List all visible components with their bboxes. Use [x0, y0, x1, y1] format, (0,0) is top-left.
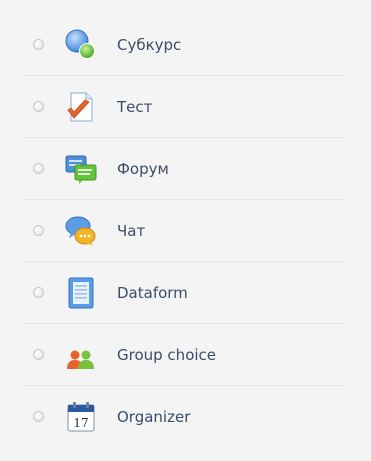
activity-label: Group choice	[117, 346, 217, 364]
activity-radio[interactable]	[33, 225, 44, 236]
activity-radio[interactable]	[33, 163, 44, 174]
dataform-icon	[64, 276, 98, 310]
activity-chooser-panel: Субкурс Тест Форум Чат Dataform Group ch…	[0, 0, 371, 461]
activity-option-forum[interactable]: Форум	[24, 138, 344, 200]
activity-radio[interactable]	[33, 101, 44, 112]
activity-label: Тест	[117, 98, 153, 116]
group-choice-icon	[64, 338, 98, 372]
subcourse-icon	[64, 28, 98, 62]
activity-option-chat[interactable]: Чат	[24, 200, 344, 262]
activity-option-quiz[interactable]: Тест	[24, 76, 344, 138]
calendar-day-text: 17	[73, 416, 88, 430]
activity-radio[interactable]	[33, 349, 44, 360]
activity-label: Dataform	[117, 284, 188, 302]
activity-radio[interactable]	[33, 287, 44, 298]
activity-radio[interactable]	[33, 39, 44, 50]
activity-label: Чат	[117, 222, 146, 240]
activity-option-organizer[interactable]: 17 Organizer	[24, 386, 344, 448]
activity-option-dataform[interactable]: Dataform	[24, 262, 344, 324]
activity-option-subcourse[interactable]: Субкурс	[24, 14, 344, 76]
quiz-icon	[64, 90, 98, 124]
activity-option-group-choice[interactable]: Group choice	[24, 324, 344, 386]
organizer-icon: 17	[64, 400, 98, 434]
forum-icon	[64, 152, 98, 186]
activity-label: Субкурс	[117, 36, 182, 54]
activity-radio[interactable]	[33, 411, 44, 422]
activity-label: Organizer	[117, 408, 191, 426]
activity-label: Форум	[117, 160, 169, 178]
activity-list: Субкурс Тест Форум Чат Dataform Group ch…	[24, 14, 344, 448]
chat-icon	[64, 214, 98, 248]
